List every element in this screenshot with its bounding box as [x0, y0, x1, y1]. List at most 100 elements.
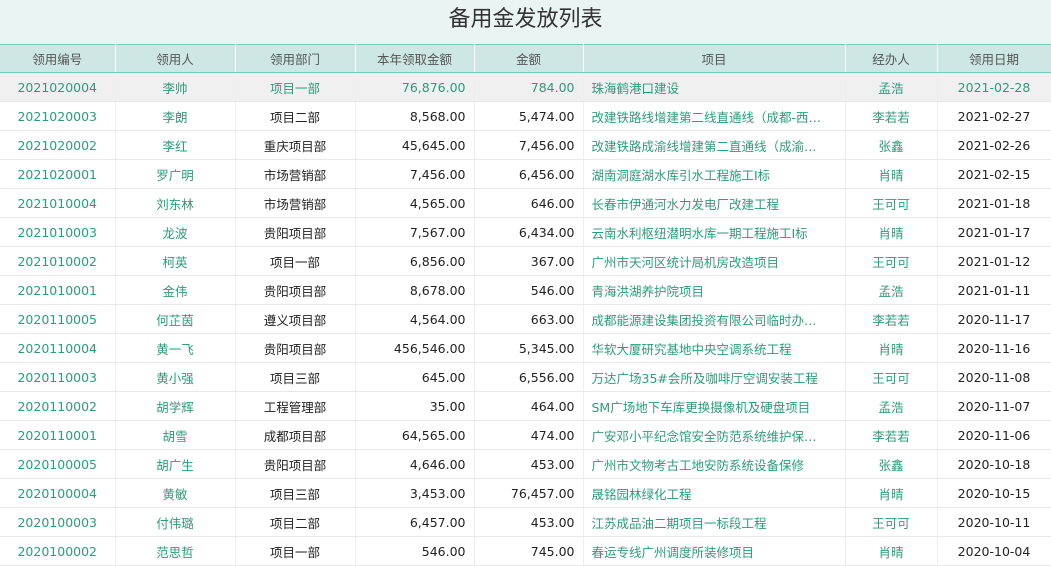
- cell-id: 2021010002: [0, 246, 116, 276]
- table-row[interactable]: 2020110001 胡雪 成都项目部 64,565.00 474.00 广安邓小平纪念馆…: [0, 420, 1051, 450]
- cell-dept: 项目三部: [235, 478, 356, 508]
- column-header-project[interactable]: 项目: [583, 44, 846, 73]
- column-header-year-total[interactable]: 本年领取金额: [355, 44, 475, 73]
- page-title: 备用金发放列表: [0, 0, 1051, 44]
- column-header-dept[interactable]: 领用部门: [235, 44, 356, 73]
- cell-person: 付伟璐: [115, 507, 236, 537]
- cell-person: 龙波: [115, 217, 236, 247]
- cell-project: 改建铁路线增建第二线直通线（成都-西…: [583, 101, 846, 131]
- cell-year-total: 8,678.00: [355, 275, 475, 305]
- cell-date: 2021-01-17: [937, 217, 1051, 247]
- table-row[interactable]: 2021010002 柯英 项目一部 6,856.00 367.00 广州市天河区统计局机…: [0, 246, 1051, 276]
- cell-project: 春运专线广州调度所装修项目: [583, 536, 846, 566]
- cell-handler: 张鑫: [845, 130, 938, 160]
- cell-date: 2020-10-11: [937, 507, 1051, 537]
- table-body: 2021020004 李帅 项目一部 76,876.00 784.00 珠海鹤港口建设 孟浩…: [0, 72, 1051, 566]
- cell-dept: 市场营销部: [235, 159, 356, 189]
- cell-amount: 6,556.00: [474, 362, 584, 392]
- column-header-person[interactable]: 领用人: [115, 44, 236, 73]
- cell-year-total: 456,546.00: [355, 333, 475, 363]
- cell-person: 何芷茵: [115, 304, 236, 334]
- cell-date: 2021-01-12: [937, 246, 1051, 276]
- cell-year-total: 6,457.00: [355, 507, 475, 537]
- table-row[interactable]: 2020110005 何芷茵 遵义项目部 4,564.00 663.00 成都能源建设集团…: [0, 304, 1051, 334]
- table-row[interactable]: 2021020001 罗广明 市场营销部 7,456.00 6,456.00 湖南洞庭湖水…: [0, 159, 1051, 189]
- cell-dept: 成都项目部: [235, 420, 356, 450]
- cell-handler: 肖晴: [845, 536, 938, 566]
- cell-date: 2020-11-06: [937, 420, 1051, 450]
- cell-project: 江苏成品油二期项目一标段工程: [583, 507, 846, 537]
- cell-date: 2020-11-08: [937, 362, 1051, 392]
- cell-amount: 453.00: [474, 449, 584, 479]
- cell-date: 2020-11-17: [937, 304, 1051, 334]
- cell-id: 2021020004: [0, 72, 116, 102]
- cell-dept: 项目一部: [235, 246, 356, 276]
- cell-handler: 肖晴: [845, 217, 938, 247]
- cell-project: 湖南洞庭湖水库引水工程施工I标: [583, 159, 846, 189]
- cell-project: 云南水利枢纽潜明水库一期工程施工I标: [583, 217, 846, 247]
- cell-project: 珠海鹤港口建设: [583, 72, 846, 102]
- table-row[interactable]: 2021020003 李朗 项目二部 8,568.00 5,474.00 改建铁路线增建第…: [0, 101, 1051, 131]
- cell-person: 黄敏: [115, 478, 236, 508]
- cell-dept: 项目三部: [235, 362, 356, 392]
- cell-year-total: 76,876.00: [355, 72, 475, 102]
- column-header-handler[interactable]: 经办人: [845, 44, 938, 73]
- cell-dept: 贵阳项目部: [235, 449, 356, 479]
- table-row[interactable]: 2020100004 黄敏 项目三部 3,453.00 76,457.00 晟铭园林绿化工…: [0, 478, 1051, 508]
- cell-year-total: 8,568.00: [355, 101, 475, 131]
- table-row[interactable]: 2020100005 胡广生 贵阳项目部 4,646.00 453.00 广州市文物考古工…: [0, 449, 1051, 479]
- cell-year-total: 7,456.00: [355, 159, 475, 189]
- cell-date: 2020-10-15: [937, 478, 1051, 508]
- cell-id: 2021010003: [0, 217, 116, 247]
- cell-project: 青海洪湖养护院项目: [583, 275, 846, 305]
- cell-id: 2020110002: [0, 391, 116, 421]
- cell-year-total: 64,565.00: [355, 420, 475, 450]
- cell-person: 刘东林: [115, 188, 236, 218]
- table-row[interactable]: 2020100003 付伟璐 项目二部 6,457.00 453.00 江苏成品油二期项目…: [0, 507, 1051, 537]
- cell-date: 2021-02-27: [937, 101, 1051, 131]
- cell-amount: 6,456.00: [474, 159, 584, 189]
- column-header-id[interactable]: 领用编号: [0, 44, 116, 73]
- table-row[interactable]: 2021010003 龙波 贵阳项目部 7,567.00 6,434.00 云南水利枢纽潜…: [0, 217, 1051, 247]
- cell-person: 胡学辉: [115, 391, 236, 421]
- table-row[interactable]: 2021020004 李帅 项目一部 76,876.00 784.00 珠海鹤港口建设 孟浩…: [0, 72, 1051, 102]
- cell-id: 2021020003: [0, 101, 116, 131]
- cell-project: 改建铁路成渝线增建第二直通线（成渝…: [583, 130, 846, 160]
- cell-year-total: 3,453.00: [355, 478, 475, 508]
- cell-dept: 遵义项目部: [235, 304, 356, 334]
- cell-handler: 肖晴: [845, 333, 938, 363]
- cell-date: 2020-11-07: [937, 391, 1051, 421]
- cell-id: 2020110005: [0, 304, 116, 334]
- table-row[interactable]: 2020100002 范思哲 项目一部 546.00 745.00 春运专线广州调度所装修…: [0, 536, 1051, 566]
- cell-person: 黄小强: [115, 362, 236, 392]
- cell-id: 2020100004: [0, 478, 116, 508]
- cell-date: 2020-10-18: [937, 449, 1051, 479]
- cell-date: 2021-01-11: [937, 275, 1051, 305]
- cell-handler: 肖晴: [845, 478, 938, 508]
- cell-person: 胡雪: [115, 420, 236, 450]
- cell-amount: 464.00: [474, 391, 584, 421]
- table-row[interactable]: 2021010004 刘东林 市场营销部 4,565.00 646.00 长春市伊通河水力…: [0, 188, 1051, 218]
- cell-project: 成都能源建设集团投资有限公司临时办…: [583, 304, 846, 334]
- cell-handler: 李若若: [845, 304, 938, 334]
- column-header-amount[interactable]: 金额: [474, 44, 584, 73]
- table-row[interactable]: 2020110004 黄一飞 贵阳项目部 456,546.00 5,345.00 华软大厦…: [0, 333, 1051, 363]
- cell-id: 2021010001: [0, 275, 116, 305]
- cell-year-total: 45,645.00: [355, 130, 475, 160]
- cell-project: 广安邓小平纪念馆安全防范系统维护保…: [583, 420, 846, 450]
- cell-dept: 贵阳项目部: [235, 217, 356, 247]
- cell-year-total: 6,856.00: [355, 246, 475, 276]
- cell-year-total: 4,646.00: [355, 449, 475, 479]
- table-row[interactable]: 2021010001 金伟 贵阳项目部 8,678.00 546.00 青海洪湖养护院项目…: [0, 275, 1051, 305]
- cell-handler: 王可可: [845, 188, 938, 218]
- cell-amount: 76,457.00: [474, 478, 584, 508]
- cell-amount: 453.00: [474, 507, 584, 537]
- table-row[interactable]: 2020110002 胡学辉 工程管理部 35.00 464.00 SM广场地下车库更换摄…: [0, 391, 1051, 421]
- table-row[interactable]: 2021020002 李红 重庆项目部 45,645.00 7,456.00 改建铁路成渝…: [0, 130, 1051, 160]
- cell-dept: 项目一部: [235, 72, 356, 102]
- cell-person: 李红: [115, 130, 236, 160]
- column-header-date[interactable]: 领用日期: [937, 44, 1051, 73]
- table-row[interactable]: 2020110003 黄小强 项目三部 645.00 6,556.00 万达广场35#会所…: [0, 362, 1051, 392]
- cell-project: 广州市文物考古工地安防系统设备保修: [583, 449, 846, 479]
- cell-amount: 663.00: [474, 304, 584, 334]
